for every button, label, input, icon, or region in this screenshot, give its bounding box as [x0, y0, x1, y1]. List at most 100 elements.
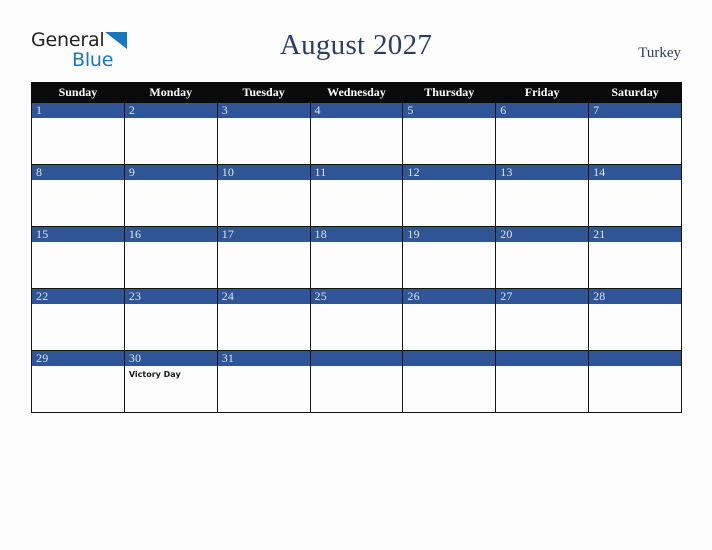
- day-cell[interactable]: 19: [402, 226, 497, 289]
- day-number: 18: [310, 227, 403, 242]
- day-cell-body: [403, 180, 495, 183]
- day-number: 10: [217, 165, 310, 180]
- day-cell-body: [403, 118, 495, 121]
- day-number: 13: [496, 165, 589, 180]
- day-cell-body: [32, 180, 124, 183]
- day-number: 8: [32, 165, 124, 180]
- day-number: [496, 351, 589, 366]
- day-cell-body: [32, 242, 124, 245]
- calendar-week-row: 29 30 Victory Day 31: [31, 350, 682, 413]
- day-number: 4: [310, 103, 403, 118]
- calendar-week-row: 22 23 24 25 26 27 28: [31, 288, 682, 351]
- day-number: 9: [124, 165, 217, 180]
- day-number: 1: [32, 103, 124, 118]
- day-cell[interactable]: 6: [495, 102, 590, 165]
- calendar-week-row: 1 2 3 4 5 6 7: [31, 102, 682, 165]
- day-cell[interactable]: 10: [216, 164, 311, 227]
- day-cell[interactable]: 28: [588, 288, 682, 351]
- day-number: 17: [217, 227, 310, 242]
- day-number: 26: [403, 289, 496, 304]
- day-number: 21: [589, 227, 681, 242]
- day-cell-body: [403, 242, 495, 245]
- day-number: 12: [403, 165, 496, 180]
- day-number: 15: [32, 227, 124, 242]
- day-cell[interactable]: 17: [216, 226, 311, 289]
- day-cell-body: [218, 180, 310, 183]
- day-number: 20: [496, 227, 589, 242]
- day-cell-body: [496, 304, 588, 307]
- day-number: 23: [124, 289, 217, 304]
- day-cell-body: [311, 304, 403, 307]
- day-cell[interactable]: 23: [123, 288, 218, 351]
- day-cell[interactable]: 18: [309, 226, 404, 289]
- day-number: 16: [124, 227, 217, 242]
- day-cell-body: [496, 180, 588, 183]
- day-cell-body: [311, 366, 403, 369]
- day-number: 7: [589, 103, 681, 118]
- dow-header-wednesday: Wednesday: [309, 82, 404, 103]
- day-cell-body: Victory Day: [125, 366, 217, 380]
- day-cell[interactable]: 5: [402, 102, 497, 165]
- day-cell[interactable]: 16: [123, 226, 218, 289]
- day-cell[interactable]: 14: [588, 164, 682, 227]
- day-cell[interactable]: 12: [402, 164, 497, 227]
- day-cell[interactable]: 2: [123, 102, 218, 165]
- dow-header-thursday: Thursday: [402, 82, 497, 103]
- day-of-week-header-row: Sunday Monday Tuesday Wednesday Thursday…: [31, 82, 682, 103]
- day-cell[interactable]: 21: [588, 226, 682, 289]
- country-label: Turkey: [638, 45, 681, 61]
- dow-header-saturday: Saturday: [588, 82, 682, 103]
- day-number: 22: [32, 289, 124, 304]
- day-cell-body: [311, 118, 403, 121]
- day-number: 28: [589, 289, 681, 304]
- day-cell[interactable]: 7: [588, 102, 682, 165]
- page-header: General Blue August 2027 Turkey: [0, 0, 712, 80]
- day-cell-body: [125, 242, 217, 245]
- day-cell[interactable]: 24: [216, 288, 311, 351]
- day-cell[interactable]: 30 Victory Day: [123, 350, 218, 413]
- day-cell[interactable]: 31: [216, 350, 311, 413]
- day-cell-body: [218, 304, 310, 307]
- dow-header-friday: Friday: [495, 82, 590, 103]
- day-number: 6: [496, 103, 589, 118]
- day-cell-body: [496, 118, 588, 121]
- day-number: 14: [589, 165, 681, 180]
- day-cell-body: [311, 180, 403, 183]
- day-number: [310, 351, 403, 366]
- day-cell[interactable]: 3: [216, 102, 311, 165]
- day-number: 30: [124, 351, 217, 366]
- day-cell[interactable]: 29: [31, 350, 125, 413]
- day-event: Victory Day: [128, 370, 181, 379]
- day-cell[interactable]: 11: [309, 164, 404, 227]
- day-cell[interactable]: [309, 350, 404, 413]
- calendar-body: 1 2 3 4 5 6 7 8 9 10 11 12 13 14 15 16 1…: [31, 102, 682, 413]
- calendar-week-row: 15 16 17 18 19 20 21: [31, 226, 682, 289]
- day-cell[interactable]: 26: [402, 288, 497, 351]
- day-cell-body: [589, 242, 681, 245]
- day-cell[interactable]: 13: [495, 164, 590, 227]
- day-cell[interactable]: 9: [123, 164, 218, 227]
- day-cell-body: [589, 366, 681, 369]
- day-number: 24: [217, 289, 310, 304]
- day-number: 11: [310, 165, 403, 180]
- day-cell[interactable]: 8: [31, 164, 125, 227]
- dow-header-sunday: Sunday: [31, 82, 125, 103]
- day-cell-body: [32, 366, 124, 369]
- day-cell[interactable]: [588, 350, 682, 413]
- day-cell[interactable]: [495, 350, 590, 413]
- day-cell[interactable]: [402, 350, 497, 413]
- dow-header-tuesday: Tuesday: [216, 82, 311, 103]
- calendar-grid: Sunday Monday Tuesday Wednesday Thursday…: [31, 82, 682, 413]
- day-cell[interactable]: 4: [309, 102, 404, 165]
- day-cell-body: [589, 180, 681, 183]
- dow-header-monday: Monday: [123, 82, 218, 103]
- day-cell-body: [125, 118, 217, 121]
- day-cell[interactable]: 25: [309, 288, 404, 351]
- day-cell[interactable]: 1: [31, 102, 125, 165]
- day-cell[interactable]: 27: [495, 288, 590, 351]
- day-cell[interactable]: 15: [31, 226, 125, 289]
- day-cell[interactable]: 22: [31, 288, 125, 351]
- day-number: 19: [403, 227, 496, 242]
- day-cell-body: [403, 304, 495, 307]
- day-cell[interactable]: 20: [495, 226, 590, 289]
